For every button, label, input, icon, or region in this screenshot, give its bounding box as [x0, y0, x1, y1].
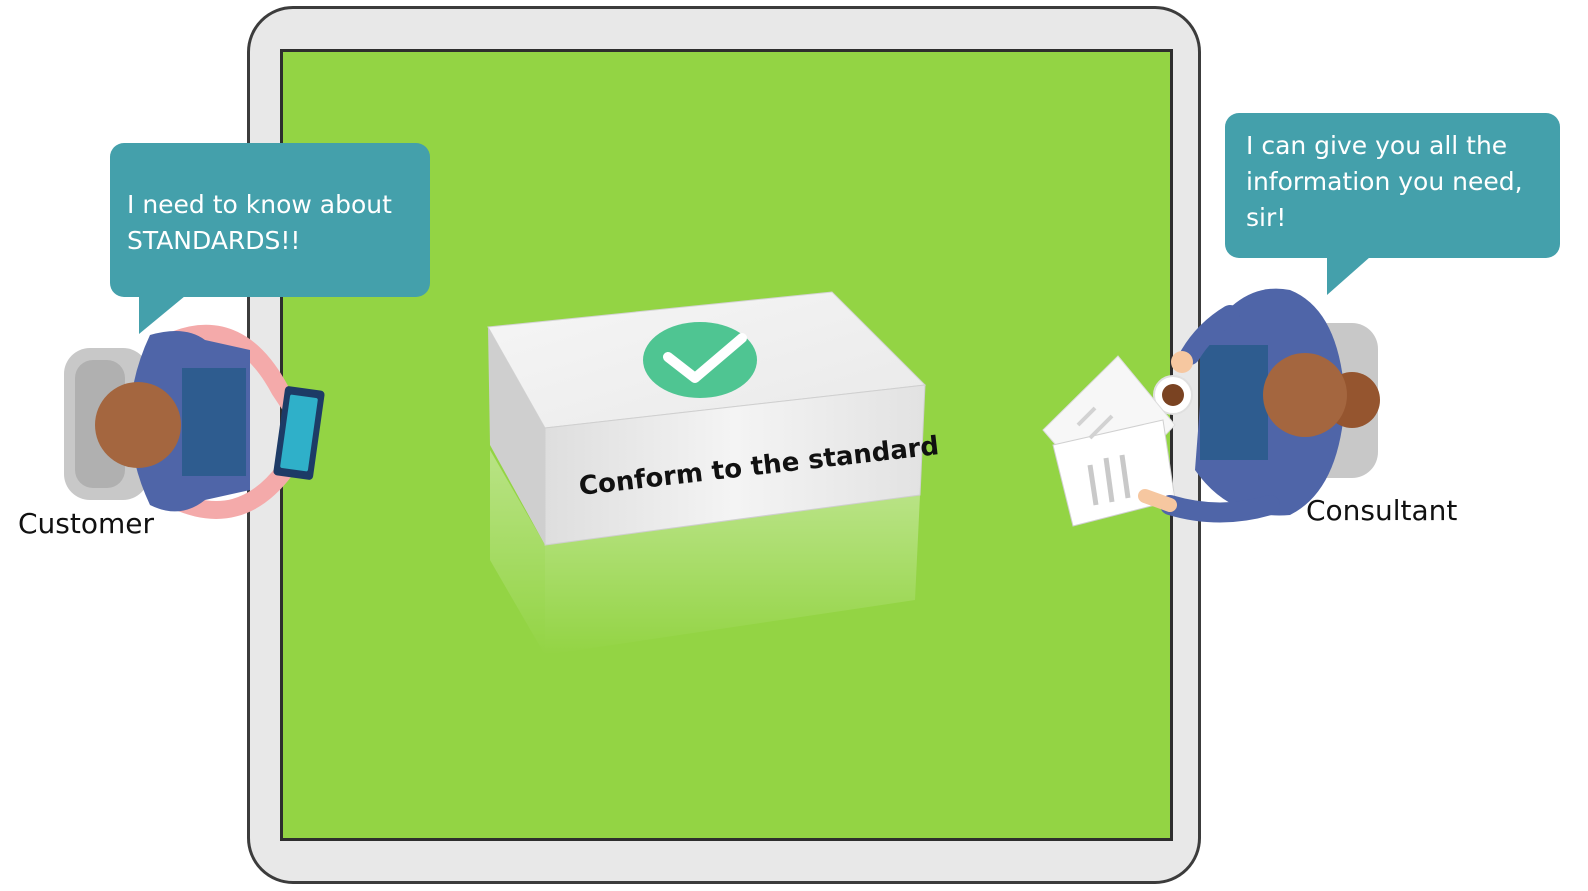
consultant-speech-line-2: information you need, [1246, 167, 1523, 196]
consultant-figure [1042, 288, 1380, 527]
customer-speech-line-1: I need to know about [127, 190, 392, 219]
customer-label: Customer [18, 507, 155, 540]
consultant-speech-line-1: I can give you all the [1246, 131, 1508, 160]
consultant-label: Consultant [1306, 494, 1458, 527]
consultant-head [1263, 353, 1347, 437]
consultant-legs [1200, 345, 1268, 460]
customer-speech-bubble: I need to know about STANDARDS!! [110, 143, 430, 297]
consultant-speech-tail [1327, 257, 1370, 295]
consultant-speech-bubble: I can give you all the information you n… [1225, 113, 1560, 258]
customer-figure [64, 324, 325, 519]
customer-legs [182, 368, 246, 476]
product-box: Conform to the standard [487, 291, 941, 655]
customer-speech-tail [139, 296, 185, 334]
consultant-speech-line-3: sir! [1246, 203, 1287, 232]
checkmark-icon [643, 322, 757, 398]
consultant-hand [1138, 489, 1177, 512]
customer-head [95, 382, 181, 468]
customer-speech-line-2: STANDARDS!! [127, 226, 301, 255]
